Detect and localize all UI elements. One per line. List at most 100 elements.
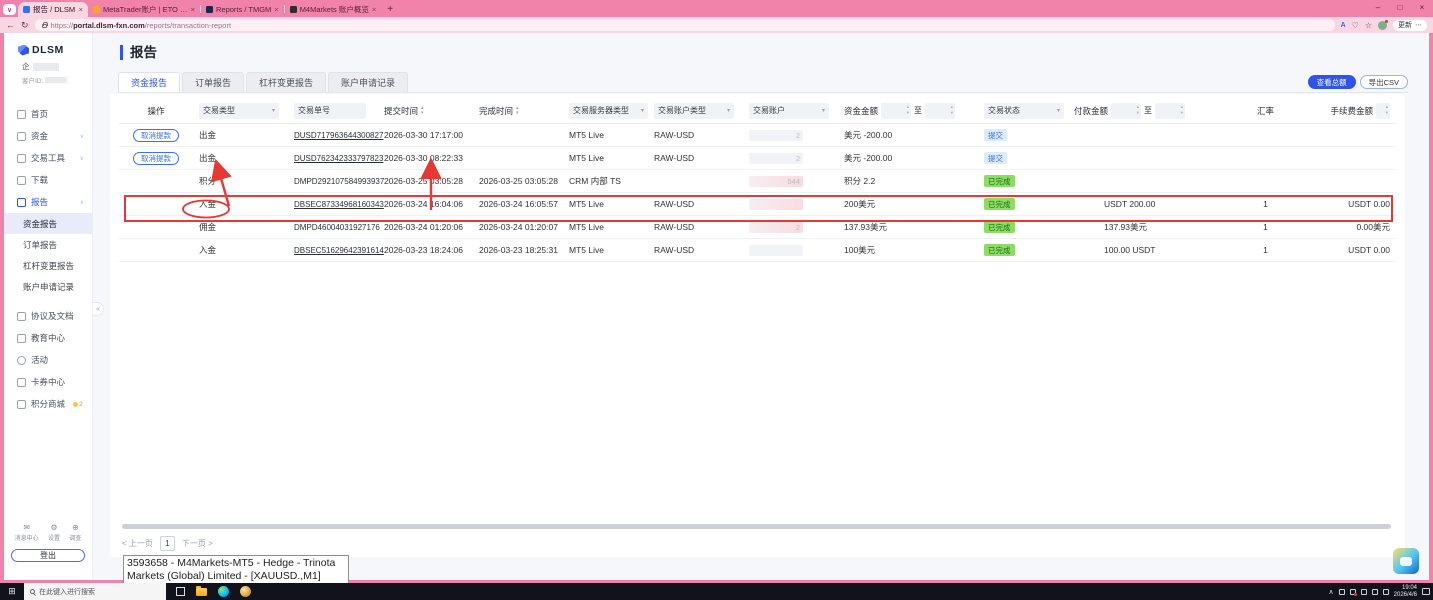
close-tab-icon[interactable]: × — [372, 5, 376, 14]
header-complete-time[interactable]: 完成时间 ▴ ▾ — [479, 105, 569, 117]
tab-title: M4Markets 账户概览 — [299, 5, 369, 14]
chevron-down-icon: ∨ — [79, 155, 84, 162]
page-title: 报告 — [120, 45, 157, 60]
sidebar-item-agreements[interactable]: 协议及文档 — [4, 305, 92, 327]
sidebar-item-education[interactable]: 教育中心 — [4, 327, 92, 349]
main-content: 报告 资金报告 订单报告 杠杆变更报告 账户申请记录 查看总额 导出CSV 操作… — [93, 33, 1429, 580]
fee-input[interactable] — [1376, 102, 1390, 119]
sidebar-item-trading-tools[interactable]: 交易工具 ∨ — [4, 147, 92, 169]
maximize-button[interactable]: □ — [1389, 0, 1411, 15]
sidebar-item-funds[interactable]: 资金 ∨ — [4, 125, 92, 147]
close-window-button[interactable]: × — [1411, 0, 1433, 15]
cell-amount: 美元 -200.00 — [844, 130, 893, 140]
tab-leverage-report[interactable]: 杠杆变更报告 — [246, 72, 327, 92]
cancel-withdrawal-button[interactable]: 取消提款 — [133, 128, 179, 142]
logout-button[interactable]: 登出 — [11, 549, 85, 562]
task-view-icon[interactable] — [176, 587, 185, 596]
next-page-button[interactable]: 下一页 > — [182, 538, 213, 549]
tab-title: 报告 / DLSM — [33, 5, 76, 14]
network-icon[interactable] — [1360, 588, 1367, 595]
payment-min-input[interactable] — [1111, 102, 1142, 119]
payment-max-input[interactable] — [1155, 102, 1186, 119]
translate-icon[interactable]: A — [1341, 22, 1346, 29]
notifications-icon[interactable] — [1422, 588, 1430, 595]
cancel-withdrawal-button[interactable]: 取消提款 — [133, 151, 179, 165]
tab-account-applications[interactable]: 账户申请记录 — [328, 72, 409, 92]
sidebar-item-coupons[interactable]: 卡券中心 — [4, 371, 92, 393]
prev-page-button[interactable]: < 上一页 — [122, 538, 153, 549]
amount-max-input[interactable] — [925, 102, 956, 119]
window-controls: – □ × — [1367, 0, 1433, 15]
amount-min-input[interactable] — [881, 102, 912, 119]
gear-icon: ⚙ — [50, 523, 58, 532]
browser-tab-1[interactable]: 报告 / DLSM × — [18, 2, 88, 17]
tab-order-report[interactable]: 订单报告 — [182, 72, 245, 92]
reload-icon[interactable]: ↻ — [21, 20, 29, 31]
filter-account-type[interactable]: 交易账户类型 ▾ — [654, 102, 734, 119]
export-csv-button[interactable]: 导出CSV — [1359, 75, 1408, 89]
sidebar-item-account-applications[interactable]: 账户申请记录 — [4, 276, 92, 297]
start-button[interactable]: ⊞ — [0, 586, 24, 597]
survey-button[interactable]: ⊕ 调查 — [69, 523, 81, 542]
sidebar-item-leverage-report[interactable]: 杠杆变更报告 — [4, 255, 92, 276]
volume-icon[interactable] — [1349, 588, 1357, 596]
sidebar-item-funds-report[interactable]: 资金报告 — [4, 213, 92, 234]
sidebar-item-home[interactable]: 首页 — [4, 103, 92, 125]
sidebar-item-activities[interactable]: 活动 — [4, 349, 92, 371]
header-submit-time[interactable]: 提交时间 ▴ ▾ — [384, 105, 479, 117]
points-badge: 2 — [73, 401, 83, 408]
message-center-button[interactable]: ✉ 消息中心 — [15, 523, 39, 542]
filter-transaction-type[interactable]: 交易类型 ▾ — [199, 102, 279, 119]
taskbar-search[interactable]: 在此键入进行搜索 — [24, 583, 166, 600]
mt5-app-icon[interactable] — [240, 586, 251, 597]
tab-title: MetaTrader账户 | ETO Markets Li... — [103, 5, 188, 14]
display-icon[interactable] — [1338, 588, 1345, 595]
transaction-link[interactable]: DBSEC87334968160343 — [294, 200, 384, 209]
sidebar-item-order-report[interactable]: 订单报告 — [4, 234, 92, 255]
message-icon: ✉ — [23, 523, 31, 532]
settings-button[interactable]: ⚙ 设置 — [48, 523, 60, 542]
sidebar-item-points-mall[interactable]: 积分商城 2 — [4, 393, 92, 415]
filter-account[interactable]: 交易账户 ▾ — [749, 102, 829, 119]
show-hidden-icons[interactable]: ∧ — [1329, 588, 1334, 596]
file-explorer-icon[interactable] — [196, 585, 207, 596]
client-id: 客户ID: — [4, 72, 92, 85]
transaction-link[interactable]: DBSEC51629642391614 — [294, 246, 384, 255]
transaction-link[interactable]: DUSD717963644300827 — [294, 131, 383, 140]
address-bar[interactable]: https://portal.dlsm-fxn.com/reports/tran… — [34, 19, 1335, 31]
bookmark-star-icon[interactable]: ☆ — [1365, 21, 1372, 30]
taskbar-clock[interactable]: 19:04 2026/4/6 — [1394, 585, 1417, 599]
close-tab-icon[interactable]: × — [79, 5, 83, 14]
close-tab-icon[interactable]: × — [274, 5, 278, 14]
favorites-heart-icon[interactable]: ♡ — [1352, 21, 1359, 30]
header-fee: 手续费金额 — [1306, 102, 1396, 119]
close-tab-icon[interactable]: × — [191, 5, 195, 14]
transaction-link[interactable]: DUSD762342333797823 — [294, 154, 383, 163]
browser-tab-2[interactable]: MetaTrader账户 | ETO Markets Li... × — [88, 2, 200, 17]
logo-text: DLSM — [32, 44, 64, 56]
tab-search-button[interactable]: ∨ — [3, 4, 16, 15]
cell-account-type: RAW-USD — [654, 222, 695, 232]
browser-tab-4[interactable]: M4Markets 账户概览 × — [285, 2, 382, 17]
ime-icon[interactable] — [1382, 588, 1389, 595]
filter-server-type[interactable]: 交易服务器类型 ▾ — [569, 102, 648, 119]
filter-transaction-number[interactable]: 交易单号 — [294, 102, 366, 119]
filter-status[interactable]: 交易状态 ▾ — [984, 102, 1064, 119]
tab-funds-report[interactable]: 资金报告 — [118, 72, 181, 92]
page-number[interactable]: 1 — [159, 536, 175, 551]
edge-browser-icon[interactable] — [218, 586, 229, 597]
pen-icon[interactable] — [1371, 588, 1378, 595]
sidebar-item-download[interactable]: 下载 — [4, 169, 92, 191]
horizontal-scrollbar[interactable] — [122, 524, 1391, 529]
new-tab-button[interactable]: + — [387, 4, 393, 15]
update-pill[interactable]: 更新 ⋯ — [1393, 19, 1427, 31]
profile-avatar[interactable] — [1378, 19, 1388, 30]
minimize-button[interactable]: – — [1367, 0, 1389, 15]
lock-icon[interactable] — [41, 22, 48, 28]
back-icon[interactable]: ← — [6, 20, 15, 30]
sidebar-item-reports[interactable]: 报告 ∧ — [4, 191, 92, 213]
customer-service-chat-button[interactable] — [1393, 548, 1419, 574]
browser-tab-3[interactable]: Reports / TMGM × — [201, 2, 284, 17]
view-total-button[interactable]: 查看总额 — [1307, 75, 1356, 89]
favicon-dlsm — [23, 6, 30, 13]
